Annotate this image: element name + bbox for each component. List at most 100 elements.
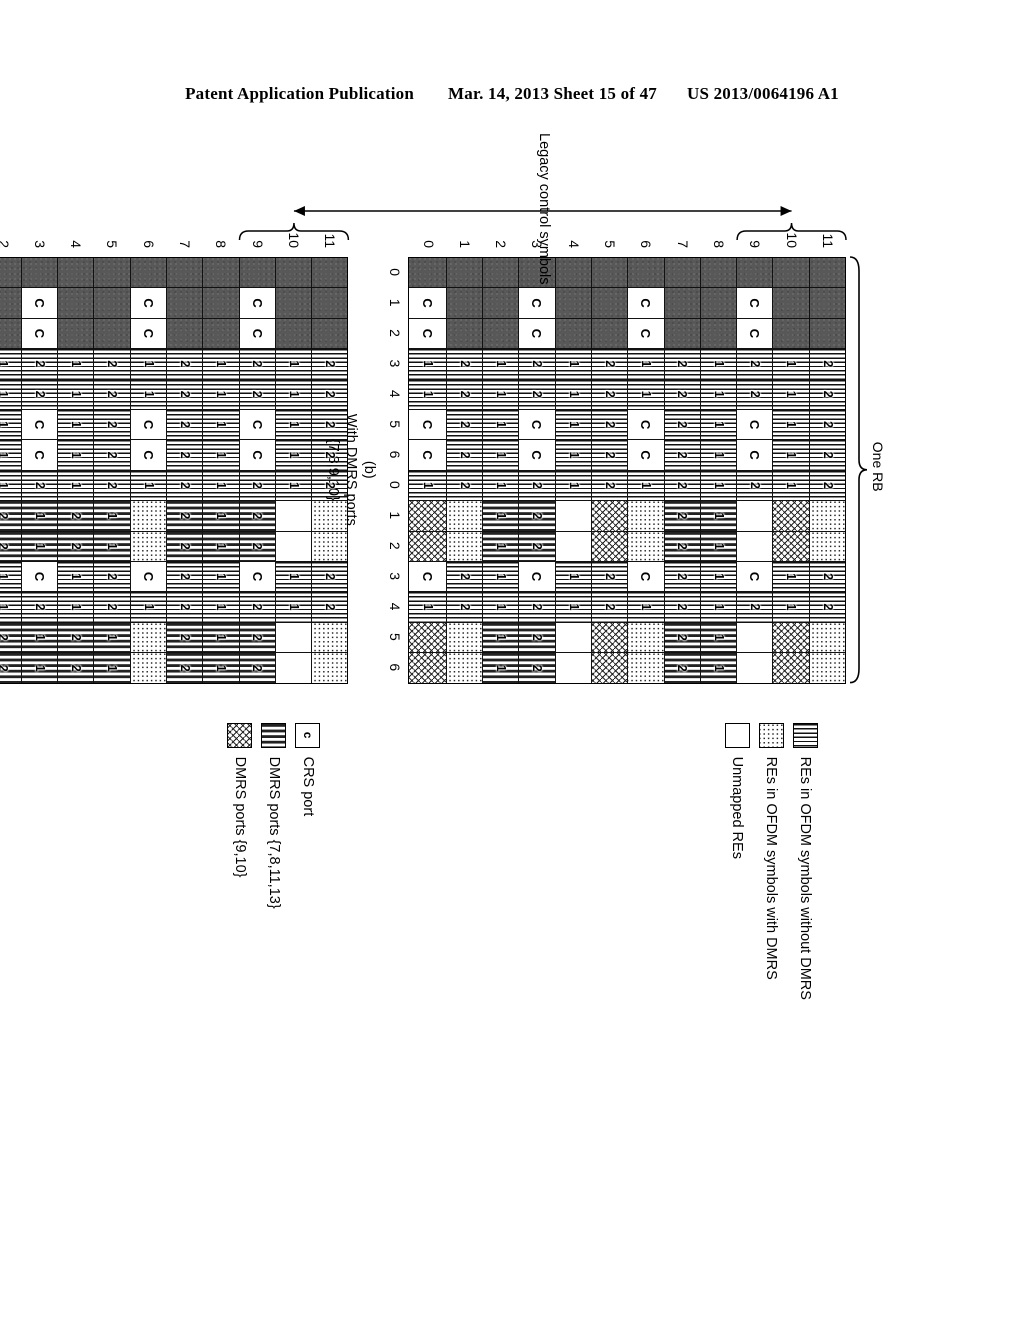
- header-date: Mar. 14, 2013: [448, 84, 550, 103]
- re-cell-label: 2: [105, 451, 120, 459]
- re-cell-label: 1: [493, 633, 508, 641]
- re-cell: 1: [0, 409, 21, 441]
- re-cell-label: C: [140, 571, 156, 582]
- re-cell-label: 2: [105, 603, 120, 611]
- re-cell-label: 2: [748, 481, 763, 489]
- re-cell-label: C: [529, 571, 545, 582]
- re-cell-label: 2: [457, 603, 472, 611]
- re-cell-label: 2: [177, 573, 192, 581]
- legend-swatch-dot: [759, 722, 784, 748]
- re-cell-label: 1: [68, 360, 83, 368]
- re-cell-label: 2: [68, 542, 83, 550]
- re-cell-label: 2: [675, 633, 690, 641]
- re-cell: 1: [57, 440, 94, 471]
- re-cell-label: 2: [323, 390, 338, 398]
- re-cell-label: C: [420, 328, 436, 339]
- header-sheet: Sheet 15 of 47: [553, 84, 657, 103]
- re-cell-label: C: [747, 419, 763, 430]
- re-cell-label: 2: [105, 390, 120, 398]
- y-tick-label: 2: [0, 223, 22, 253]
- re-cell-label: 1: [639, 603, 654, 611]
- re-cell-label: 2: [675, 360, 690, 368]
- re-cell-label: 1: [214, 481, 229, 489]
- re-cell-label: 2: [530, 633, 545, 641]
- re-cell-label: 2: [457, 481, 472, 489]
- re-cell-label: 1: [286, 360, 301, 368]
- re-cell: 1: [20, 622, 58, 654]
- legend-item: Unmapped REs: [725, 722, 750, 1000]
- re-cell-label: C: [140, 298, 156, 308]
- re-cell-label: 1: [0, 421, 10, 428]
- re-cell-label: 2: [32, 603, 47, 611]
- re-cell-label: 1: [493, 664, 508, 672]
- re-cell-label: 1: [0, 482, 10, 489]
- legend-re-mapping: REs in OFDM symbols without DMRS REs in O…: [716, 722, 818, 1000]
- re-cell: [0, 318, 21, 350]
- re-cell-label: 1: [0, 604, 10, 611]
- re-cell-label: 1: [493, 421, 508, 429]
- re-cell: C: [20, 561, 58, 593]
- re-cell-label: 1: [68, 390, 83, 398]
- re-cell-label: 2: [177, 664, 192, 672]
- re-cell-label: 2: [457, 390, 472, 398]
- re-cell: 2: [0, 531, 21, 562]
- re-cell-label: 1: [214, 451, 229, 459]
- re-cell: 2: [57, 531, 94, 562]
- re-cell-label: 1: [286, 421, 301, 429]
- re-cell: 1: [0, 592, 21, 623]
- re-cell: 1: [57, 470, 94, 502]
- legend-swatch-vstripe: [793, 722, 818, 748]
- re-cell-label: 2: [250, 360, 265, 368]
- legend-item: DMRS ports {7,8,11,13}: [261, 722, 287, 909]
- re-cell-label: C: [529, 450, 545, 460]
- re-cell-label: 1: [493, 603, 508, 611]
- y-tick-label: 5: [104, 240, 121, 248]
- re-cell-label: 1: [141, 360, 156, 368]
- re-cell-label: C: [31, 328, 47, 339]
- re-cell-label: C: [31, 298, 47, 308]
- re-cell-label: 1: [0, 360, 10, 367]
- legend-swatch-crs: c: [295, 722, 321, 748]
- re-cell-label: 2: [820, 603, 835, 611]
- re-cell-label: 1: [784, 360, 799, 368]
- legend-item-label: REs in OFDM symbols without DMRS: [797, 756, 814, 1000]
- re-cell-label: 2: [323, 603, 338, 611]
- re-cell: 2: [93, 592, 130, 623]
- re-cell-label: 2: [250, 512, 265, 520]
- re-cell-label: 2: [105, 481, 120, 489]
- legend-swatch-vee: [227, 722, 253, 748]
- re-cell-label: 2: [820, 573, 835, 581]
- re-cell: 2: [93, 349, 130, 380]
- legend-item-label: DMRS ports {7,8,11,13}: [265, 756, 282, 909]
- re-cell-label: 1: [784, 421, 799, 429]
- re-cell-label: C: [638, 571, 654, 582]
- re-cell-label: 2: [250, 633, 265, 641]
- re-cell-label: 2: [457, 451, 472, 459]
- legend-crs-dmrs: c CRS port DMRS ports {7,8,11,13} DMRS port…: [218, 722, 321, 909]
- re-cell-label: 1: [214, 421, 229, 429]
- re-cell: 1: [0, 379, 21, 410]
- re-cell: 2: [93, 379, 130, 410]
- re-cell-label: 1: [493, 512, 508, 520]
- re-cell: C: [20, 318, 58, 350]
- legend-item: REs in OFDM symbols with DMRS: [759, 722, 784, 1000]
- re-cell-label: 1: [711, 360, 726, 368]
- re-cell: 2: [20, 592, 58, 623]
- re-cell-label: 1: [566, 360, 581, 368]
- re-cell-label: 2: [323, 573, 338, 581]
- re-cell-label: C: [249, 450, 265, 460]
- re-cell-label: 1: [711, 664, 726, 672]
- re-cell-label: 1: [32, 512, 47, 520]
- page-header: Patent Application Publication Mar. 14, …: [0, 84, 1024, 104]
- re-cell-label: 2: [32, 360, 47, 368]
- figure-19: 2 2 2 2 2 2 2 1 1 1 1 1 1 1 C C 2 2 C C 2 C 2 1 1 1 1 1 1 1 1 1 1 1 2 2 2 2 2 2…: [0, 133, 886, 1275]
- re-cell-label: 2: [602, 603, 617, 611]
- re-cell-label: 1: [286, 573, 301, 581]
- re-cell-label: 2: [675, 421, 690, 429]
- re-cell-label: 2: [675, 390, 690, 398]
- re-cell-label: 2: [530, 481, 545, 489]
- re-cell: 1: [93, 622, 130, 654]
- re-cell-label: 2: [820, 360, 835, 368]
- re-cell-label: 2: [530, 390, 545, 398]
- re-cell-label: 2: [68, 512, 83, 520]
